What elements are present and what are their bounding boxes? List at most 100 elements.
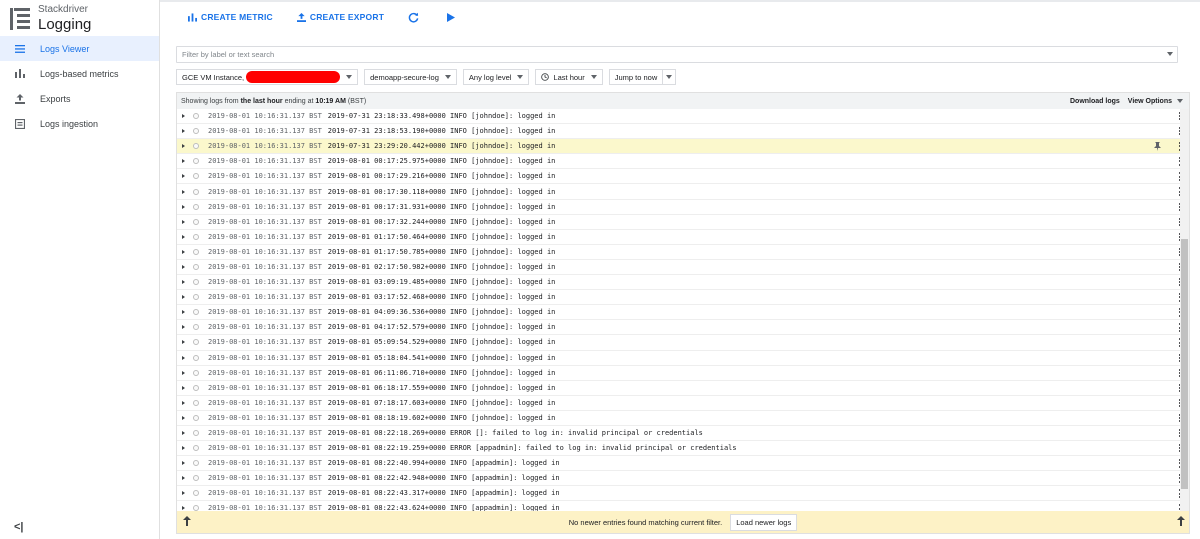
view-options-button[interactable]: View Options (1128, 98, 1172, 105)
expand-row-icon[interactable] (182, 461, 185, 466)
download-logs-button[interactable]: Download logs (1070, 98, 1120, 105)
time-range-select[interactable]: Last hour (535, 69, 603, 85)
sidebar-item-exports[interactable]: Exports (0, 86, 159, 111)
log-timestamp: 2019-08-01 10:16:31.137 BST (208, 293, 322, 302)
log-row[interactable]: 2019-08-01 10:16:31.137 BST 2019-07-31 23… (177, 124, 1181, 140)
expand-row-icon[interactable] (182, 204, 185, 209)
log-row[interactable]: 2019-08-01 10:16:31.137 BST 2019-08-01 04… (177, 320, 1181, 336)
log-row[interactable]: 2019-08-01 10:16:31.137 BST 2019-08-01 02… (177, 260, 1181, 276)
expand-row-icon[interactable] (182, 310, 185, 315)
severity-icon (193, 173, 199, 180)
chevron-down-icon[interactable] (1167, 52, 1173, 56)
severity-icon (193, 339, 199, 346)
expand-row-icon[interactable] (182, 370, 185, 375)
expand-row-icon[interactable] (182, 506, 185, 511)
expand-row-icon[interactable] (182, 174, 185, 179)
log-row[interactable]: 2019-08-01 10:16:31.137 BST 2019-08-01 06… (177, 381, 1181, 396)
log-timestamp: 2019-08-01 10:16:31.137 BST (208, 262, 322, 271)
scrollbar-thumb[interactable] (1181, 239, 1188, 489)
expand-row-icon[interactable] (182, 446, 185, 451)
sidebar-item-label: Logs Viewer (40, 43, 90, 54)
jump-dropdown[interactable] (662, 70, 675, 84)
log-row[interactable]: 2019-08-01 10:16:31.137 BST 2019-08-01 03… (177, 275, 1181, 291)
expand-row-icon[interactable] (182, 400, 185, 405)
stream-logs-button[interactable] (447, 12, 459, 22)
expand-row-icon[interactable] (182, 491, 185, 496)
expand-row-icon[interactable] (182, 295, 185, 300)
expand-row-icon[interactable] (182, 129, 185, 134)
expand-row-icon[interactable] (182, 264, 185, 269)
log-row[interactable]: 2019-08-01 10:16:31.137 BST 2019-08-01 01… (177, 245, 1181, 260)
expand-row-icon[interactable] (182, 385, 185, 390)
arrow-up-icon[interactable] (1177, 516, 1185, 526)
expand-row-icon[interactable] (182, 189, 185, 194)
expand-row-icon[interactable] (182, 159, 185, 164)
expand-row-icon[interactable] (182, 249, 185, 254)
log-level-select[interactable]: Any log level (462, 69, 530, 85)
log-row[interactable]: 2019-08-01 10:16:31.137 BST 2019-08-01 00… (177, 184, 1181, 200)
log-row[interactable]: 2019-08-01 10:16:31.137 BST 2019-08-01 00… (177, 215, 1181, 230)
log-row[interactable]: 2019-08-01 10:16:31.137 BST 2019-07-31 23… (177, 109, 1181, 125)
log-row[interactable]: 2019-08-01 10:16:31.137 BST 2019-08-01 00… (177, 200, 1181, 215)
create-metric-button[interactable]: CREATE METRIC (188, 12, 273, 22)
severity-icon (193, 279, 199, 286)
severity-icon (193, 188, 199, 195)
expand-row-icon[interactable] (182, 234, 185, 239)
log-row[interactable]: 2019-08-01 10:16:31.137 BST 2019-08-01 08… (177, 486, 1181, 502)
refresh-button[interactable] (408, 12, 423, 23)
log-row[interactable]: 2019-08-01 10:16:31.137 BST 2019-07-31 23… (177, 139, 1181, 155)
log-row[interactable]: 2019-08-01 10:16:31.137 BST 2019-08-01 03… (177, 290, 1181, 306)
log-row[interactable]: 2019-08-01 10:16:31.137 BST 2019-08-01 07… (177, 396, 1181, 411)
log-select[interactable]: demoapp-secure-log (364, 69, 457, 85)
log-timestamp: 2019-08-01 10:16:31.137 BST (208, 489, 322, 498)
log-row[interactable]: 2019-08-01 10:16:31.137 BST 2019-08-01 05… (177, 351, 1181, 366)
expand-row-icon[interactable] (182, 415, 185, 420)
log-row[interactable]: 2019-08-01 10:16:31.137 BST 2019-08-01 01… (177, 230, 1181, 245)
log-timestamp: 2019-08-01 10:16:31.137 BST (208, 308, 322, 317)
log-row[interactable]: 2019-08-01 10:16:31.137 BST 2019-08-01 08… (177, 471, 1181, 487)
expand-row-icon[interactable] (182, 280, 185, 285)
log-message: 2019-08-01 00:17:29.216+0000 INFO [johnd… (327, 172, 556, 181)
expand-row-icon[interactable] (182, 431, 185, 436)
expand-row-icon[interactable] (182, 144, 185, 149)
log-row[interactable]: 2019-08-01 10:16:31.137 BST 2019-08-01 08… (177, 411, 1181, 426)
sidebar-item-logs-ingestion[interactable]: Logs ingestion (0, 111, 159, 136)
play-icon (447, 12, 456, 22)
log-row[interactable]: 2019-08-01 10:16:31.137 BST 2019-08-01 06… (177, 366, 1181, 381)
severity-icon (193, 158, 199, 165)
pin-icon[interactable] (1154, 142, 1161, 152)
expand-row-icon[interactable] (182, 219, 185, 224)
expand-row-icon[interactable] (182, 476, 185, 481)
log-select-value: demoapp-secure-log (370, 72, 439, 82)
expand-row-icon[interactable] (182, 355, 185, 360)
sidebar-item-logs-viewer[interactable]: Logs Viewer (0, 36, 159, 61)
filter-input[interactable]: Filter by label or text search (176, 46, 1178, 63)
expand-row-icon[interactable] (182, 340, 185, 345)
load-newer-logs-button[interactable]: Load newer logs (730, 513, 798, 531)
chevron-down-icon (666, 75, 673, 79)
resource-select[interactable]: GCE VM Instance, (176, 69, 359, 85)
time-range-value: Last hour (553, 72, 585, 82)
log-row[interactable]: 2019-08-01 10:16:31.137 BST 2019-08-01 04… (177, 305, 1181, 321)
expand-row-icon[interactable] (182, 114, 185, 119)
severity-icon (193, 384, 199, 391)
scrollbar[interactable] (1180, 109, 1189, 512)
log-row[interactable]: 2019-08-01 10:16:31.137 BST 2019-08-01 08… (177, 426, 1181, 442)
log-message: 2019-08-01 03:09:19.485+0000 INFO [johnd… (327, 278, 556, 287)
arrow-up-icon[interactable] (183, 516, 191, 526)
log-row[interactable]: 2019-08-01 10:16:31.137 BST 2019-08-01 08… (177, 456, 1181, 472)
log-row[interactable]: 2019-08-01 10:16:31.137 BST 2019-08-01 00… (177, 169, 1181, 185)
expand-row-icon[interactable] (182, 325, 185, 330)
log-row[interactable]: 2019-08-01 10:16:31.137 BST 2019-08-01 08… (177, 441, 1181, 457)
log-message: 2019-07-31 23:18:33.498+0000 INFO [johnd… (327, 112, 556, 121)
jump-to-now-button[interactable]: Jump to now (608, 69, 677, 85)
log-header-middle: ending at (284, 97, 314, 105)
create-export-button[interactable]: CREATE EXPORT (296, 12, 384, 22)
log-row[interactable]: 2019-08-01 10:16:31.137 BST 2019-08-01 00… (177, 154, 1181, 170)
chevron-down-icon[interactable] (1177, 99, 1183, 103)
log-row[interactable]: 2019-08-01 10:16:31.137 BST 2019-08-01 05… (177, 335, 1181, 351)
sidebar-item-logs-based-metrics[interactable]: Logs-based metrics (0, 61, 159, 86)
collapse-sidebar-button[interactable]: <| (14, 521, 24, 533)
filter-placeholder: Filter by label or text search (182, 50, 275, 59)
filter-selects: GCE VM Instance, demoapp-secure-log Any … (176, 69, 682, 85)
